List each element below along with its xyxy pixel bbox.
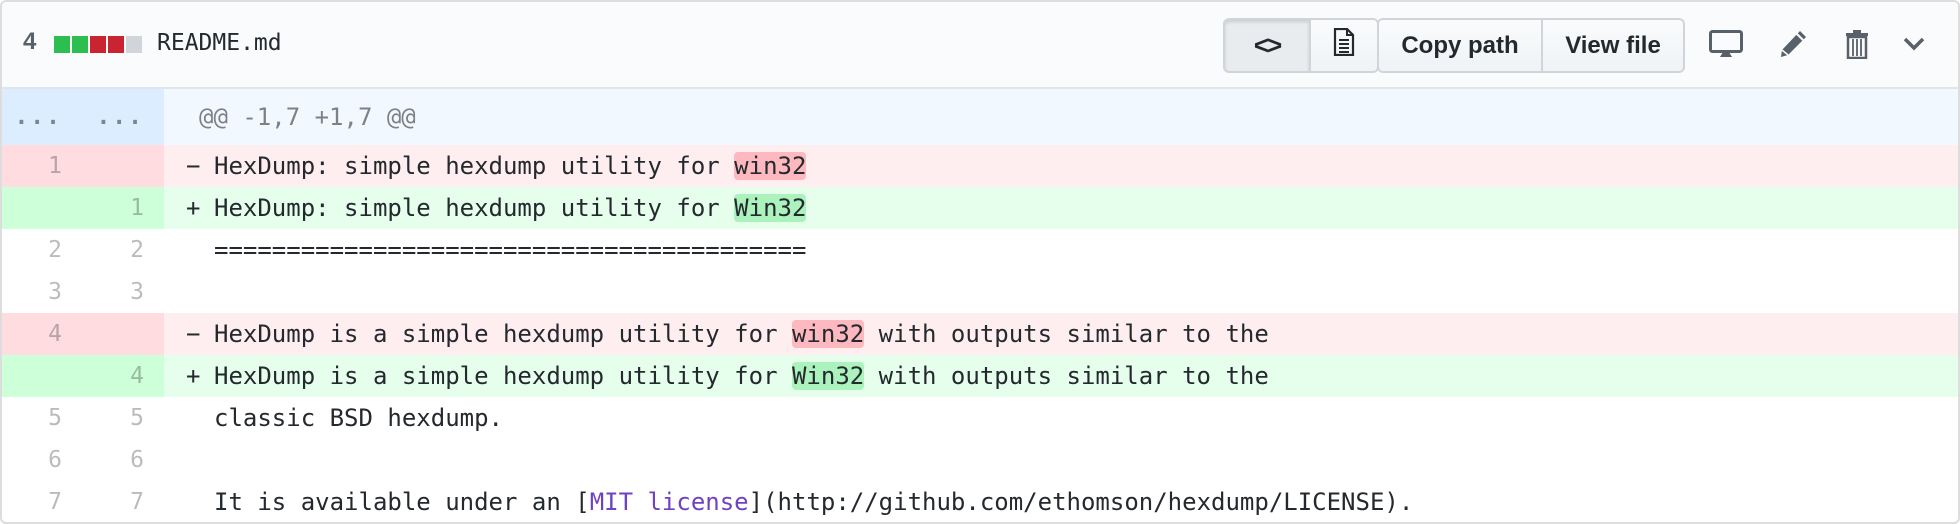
code-icon: <>: [1253, 30, 1282, 60]
new-line-number[interactable]: [82, 313, 164, 355]
deleted-word-highlight: win32: [791, 320, 865, 348]
added-line-row: 4 + HexDump is a simple hexdump utility fo…: [2, 355, 1958, 397]
more-options-button[interactable]: [1894, 28, 1934, 64]
new-line-number[interactable]: 6: [82, 439, 164, 481]
chevron-down-icon: [1903, 37, 1925, 56]
context-line-row: 66: [2, 439, 1958, 481]
code-line: − HexDump: simple hexdump utility for win…: [164, 145, 1958, 187]
diff-marker: [186, 229, 214, 271]
old-line-number[interactable]: 6: [2, 439, 82, 481]
code-line: [164, 439, 1958, 481]
markdown-link-text: MIT license: [589, 488, 749, 516]
rich-diff-button[interactable]: [1311, 18, 1379, 73]
old-line-number[interactable]: 5: [2, 397, 82, 439]
copy-path-button[interactable]: Copy path: [1377, 18, 1543, 73]
desktop-icon: [1709, 29, 1743, 63]
code-line: − HexDump is a simple hexdump utility for…: [164, 313, 1958, 355]
diffstat-block: [72, 36, 88, 53]
view-toggle-group: <>: [1223, 18, 1379, 73]
new-line-number[interactable]: 3: [82, 271, 164, 313]
code-text: with outputs similar to the: [864, 320, 1269, 348]
code-line: classic BSD hexdump.: [164, 397, 1958, 439]
context-line-row: 77 It is available under an [MIT license…: [2, 481, 1958, 522]
code-text: HexDump: simple hexdump utility for: [214, 152, 735, 180]
old-line-number[interactable]: [2, 355, 82, 397]
pencil-icon: [1778, 29, 1808, 64]
hunk-header-row: ... ... @@ -1,7 +1,7 @@: [2, 89, 1958, 145]
delete-file-button[interactable]: [1837, 28, 1877, 64]
deleted-word-highlight: win32: [734, 152, 807, 180]
new-line-number[interactable]: 4: [82, 355, 164, 397]
code-line: + HexDump: simple hexdump utility for Win…: [164, 187, 1958, 229]
context-line-row: 55 classic BSD hexdump.: [2, 397, 1958, 439]
old-line-number[interactable]: 7: [2, 481, 82, 522]
added-word-highlight: Win32: [734, 194, 807, 222]
code-line: [164, 271, 1958, 313]
diffstat-block: [108, 36, 124, 53]
diff-marker: +: [186, 362, 201, 390]
code-line: ========================================…: [164, 229, 1958, 271]
diffstat-block: [54, 36, 70, 53]
diff-marker: [186, 439, 214, 481]
diffstat-count: 4: [23, 28, 37, 55]
code-text: with outputs similar to the: [864, 362, 1269, 390]
diff-file-container: 4 README.md <> Copy path View file ... .…: [0, 0, 1960, 524]
old-line-number[interactable]: 2: [2, 229, 82, 271]
hunk-expand-right[interactable]: ...: [82, 89, 164, 145]
diff-marker: +: [186, 194, 201, 222]
code-text: HexDump: simple hexdump utility for: [214, 194, 735, 222]
open-desktop-button[interactable]: [1706, 28, 1746, 64]
code-line: It is available under an [MIT license](h…: [164, 481, 1958, 522]
file-actions-group: Copy path View file: [1377, 18, 1685, 73]
old-line-number[interactable]: 3: [2, 271, 82, 313]
diff-marker: [186, 481, 214, 522]
new-line-number[interactable]: 2: [82, 229, 164, 271]
hunk-expand-left[interactable]: ...: [2, 89, 82, 145]
code-line: + HexDump is a simple hexdump utility for…: [164, 355, 1958, 397]
new-line-number[interactable]: 1: [82, 187, 164, 229]
diffstat-bar: [54, 36, 142, 53]
code-text: HexDump is a simple hexdump utility for: [214, 320, 792, 348]
code-text: ========================================…: [214, 236, 807, 264]
view-file-button[interactable]: View file: [1543, 18, 1685, 73]
context-line-row: 33: [2, 271, 1958, 313]
old-line-number[interactable]: [2, 187, 82, 229]
code-text: classic BSD hexdump.: [214, 404, 503, 432]
trash-icon: [1845, 29, 1869, 64]
deleted-line-row: 1 − HexDump: simple hexdump utility for wi…: [2, 145, 1958, 187]
old-line-number[interactable]: 1: [2, 145, 82, 187]
context-line-row: 22 =====================================…: [2, 229, 1958, 271]
edit-file-button[interactable]: [1773, 28, 1813, 64]
new-line-number[interactable]: 5: [82, 397, 164, 439]
deleted-line-row: 4 − HexDump is a simple hexdump utility fo…: [2, 313, 1958, 355]
diff-marker: [186, 271, 214, 313]
source-diff-button[interactable]: <>: [1223, 18, 1311, 73]
code-text: It is available under an [: [214, 488, 590, 516]
code-text: ](http://github.com/ethomson/hexdump/LIC…: [748, 488, 1414, 516]
new-line-number[interactable]: 7: [82, 481, 164, 522]
diff-marker: −: [186, 152, 201, 180]
diffstat-block: [90, 36, 106, 53]
file-name-link[interactable]: README.md: [157, 30, 282, 56]
new-line-number[interactable]: [82, 145, 164, 187]
diff-marker: −: [186, 320, 201, 348]
diffstat-block: [126, 36, 142, 53]
diff-marker: [186, 397, 214, 439]
old-line-number[interactable]: 4: [2, 313, 82, 355]
added-word-highlight: Win32: [791, 362, 865, 390]
file-text-icon: [1333, 27, 1355, 63]
code-text: HexDump is a simple hexdump utility for: [214, 362, 792, 390]
added-line-row: 1 + HexDump: simple hexdump utility for Wi…: [2, 187, 1958, 229]
diff-table: ... ... @@ -1,7 +1,7 @@ 1− HexDump: simpl…: [2, 89, 1958, 522]
file-header: 4 README.md <> Copy path View file: [2, 2, 1958, 89]
hunk-header-text: @@ -1,7 +1,7 @@: [164, 89, 1958, 145]
